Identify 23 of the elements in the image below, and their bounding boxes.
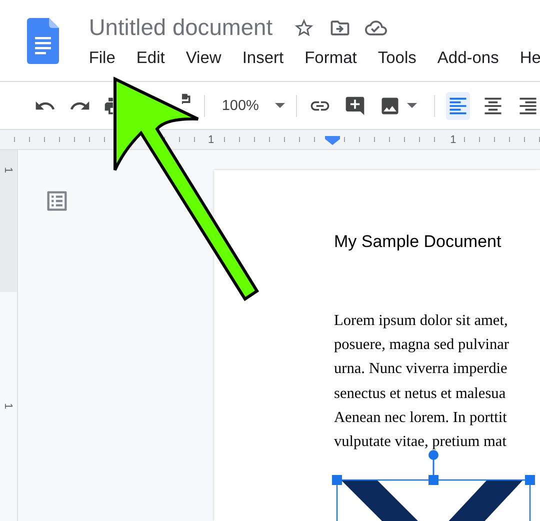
ruler-number: 1 <box>448 134 458 146</box>
caret-icon <box>274 103 285 108</box>
menu-item[interactable]: View <box>186 49 222 68</box>
selection-handles[interactable] <box>331 450 537 521</box>
ruler-number: 1 <box>2 402 14 410</box>
ruler-number: 1 <box>2 166 14 174</box>
menu-item[interactable]: Tools <box>378 49 416 68</box>
zoom-select[interactable]: 100% <box>216 98 285 114</box>
document-heading: My Sample Document <box>334 232 502 252</box>
menu-item[interactable]: Insert <box>242 49 284 68</box>
align-left-icon[interactable] <box>446 92 470 120</box>
document-title[interactable]: Untitled document <box>88 14 273 41</box>
menu-item[interactable]: Edit <box>136 49 165 68</box>
menu-item[interactable]: File <box>88 49 116 68</box>
menu-item[interactable]: He <box>520 49 540 68</box>
menu-item[interactable]: Add-ons <box>437 49 499 68</box>
star-icon[interactable] <box>292 16 315 38</box>
ruler-number: 1 <box>206 134 216 146</box>
menu-item[interactable]: Format <box>304 49 357 68</box>
docs-logo-icon <box>27 18 60 64</box>
body-paragraph: Lorem ipsum dolor sit amet, posuere, magna sed pulvinar urna. Nunc viverra imperdie senectus et netus et malesua Aenean nec lorem. In porttit vulputate vitae, pretium mat <box>334 311 510 452</box>
caret-icon[interactable] <box>407 103 417 108</box>
indent-marker-icon[interactable] <box>325 136 340 145</box>
